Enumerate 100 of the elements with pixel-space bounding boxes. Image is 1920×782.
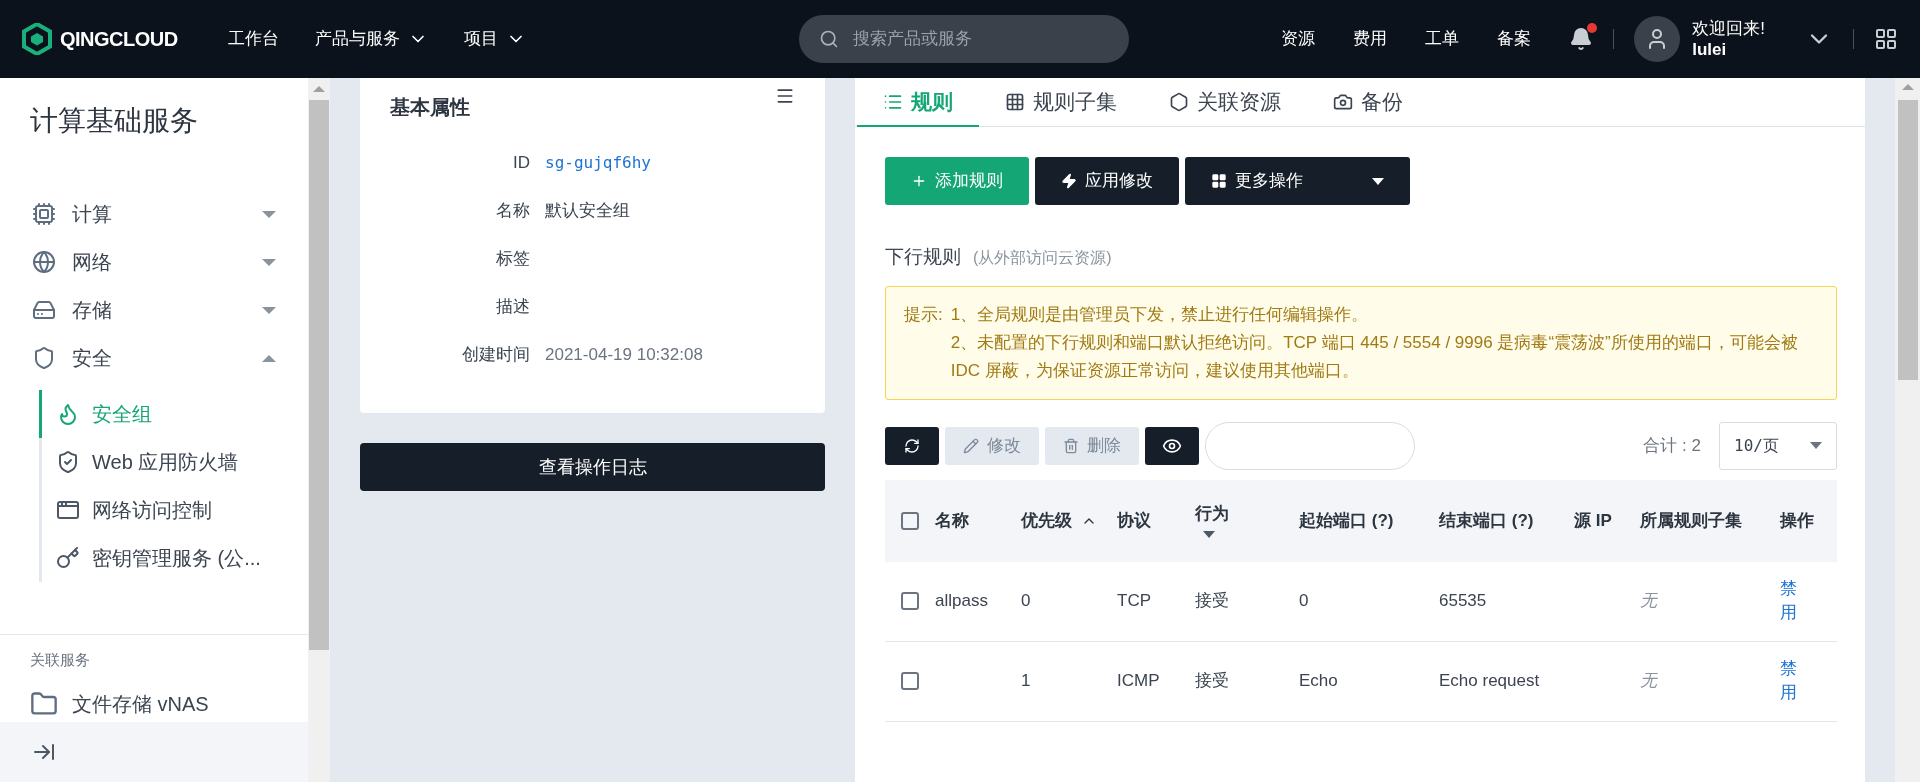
table-cell: TCP <box>1117 591 1151 611</box>
caret-down-icon <box>262 258 276 266</box>
log-button[interactable]: 查看操作日志 <box>360 443 825 491</box>
section-label: 关联服务 <box>29 650 91 670</box>
property-value[interactable]: sg-gujqf6hy <box>545 150 651 175</box>
checkbox[interactable] <box>901 672 919 690</box>
table-cell: allpass <box>935 591 988 611</box>
tab[interactable]: 备份 <box>1307 78 1429 127</box>
grid-icon <box>1005 91 1025 112</box>
disable-link[interactable]: 禁用 <box>1780 577 1800 625</box>
caret-down-icon <box>1372 177 1384 185</box>
card-title: 基本属性 <box>390 95 470 120</box>
filter-caret-icon[interactable] <box>1203 531 1215 538</box>
checkbox[interactable] <box>901 511 919 530</box>
chip-icon <box>32 202 56 226</box>
column-header[interactable]: 协议 <box>1117 509 1151 532</box>
sidebar-subitem[interactable]: Web 应用防火墙 <box>39 438 305 486</box>
sidebar-subitem[interactable]: 密钥管理服务 (公... <box>39 534 305 582</box>
table-cell: Echo <box>1299 671 1338 691</box>
property-label: 描述 <box>495 295 531 318</box>
column-header[interactable]: 操作 <box>1780 509 1814 532</box>
sidebar-item[interactable]: 安全 <box>0 334 308 382</box>
search-field[interactable]: 搜索产品或服务 <box>798 15 1129 63</box>
section-title: 下行规则 <box>885 245 961 269</box>
table-cell: 无 <box>1640 671 1657 691</box>
table-cell: 0 <box>1021 591 1031 611</box>
pencil-icon <box>963 437 979 454</box>
user-name: lulei <box>1692 39 1728 61</box>
property-label: 标签 <box>495 247 531 270</box>
nav-menu[interactable]: 产品与服务 <box>315 26 428 52</box>
table-cell: ICMP <box>1117 671 1160 691</box>
table-cell: 无 <box>1640 591 1657 611</box>
caret-down-icon <box>1810 442 1822 449</box>
scrollbar[interactable] <box>1895 78 1920 782</box>
column-header[interactable]: 起始端口 (?) <box>1299 509 1394 532</box>
logo-text: QINGCLOUD <box>60 27 178 52</box>
table-cell: 65535 <box>1439 591 1487 611</box>
property-label: ID <box>512 151 531 174</box>
column-header[interactable]: 优先级 <box>1021 509 1072 532</box>
sidebar-item[interactable]: 网络 <box>0 238 308 286</box>
section-subtitle: (从外部访问云资源) <box>973 248 1112 268</box>
sidebar-item[interactable]: 计算 <box>0 190 308 238</box>
plus-icon <box>911 173 927 189</box>
column-header[interactable]: 名称 <box>935 509 969 532</box>
header-link[interactable]: 资源 <box>1281 26 1316 52</box>
total-count: 合计 : 2 <box>1643 434 1701 457</box>
nav-menu[interactable]: 工作台 <box>228 26 279 52</box>
trash-icon <box>1063 437 1079 454</box>
refresh-button[interactable] <box>885 426 939 465</box>
server-icon <box>32 298 56 322</box>
column-header[interactable]: 源 IP <box>1574 509 1612 532</box>
refresh-icon <box>904 437 920 454</box>
more-actions-dropdown[interactable]: 更多操作 <box>1185 157 1410 205</box>
caret-up-icon <box>262 354 276 362</box>
sidebar-item[interactable]: 存储 <box>0 286 308 334</box>
property-label: 名称 <box>495 199 531 222</box>
table-cell: 接受 <box>1195 591 1229 611</box>
key-icon <box>56 546 80 570</box>
column-header[interactable]: 结束端口 (?) <box>1439 509 1534 532</box>
logo-icon <box>22 23 52 55</box>
welcome-text: 欢迎回来! <box>1692 17 1765 39</box>
notice-label: 提示: <box>904 303 943 326</box>
sidebar-title: 计算基础服务 <box>29 104 199 138</box>
sidebar-subitem[interactable]: 网络访问控制 <box>39 486 305 534</box>
column-header[interactable]: 所属规则子集 <box>1640 509 1742 532</box>
table-cell: Echo request <box>1439 671 1540 691</box>
property-value: 默认安全组 <box>545 199 630 222</box>
notice-text: 1、全局规则是由管理员下发，禁止进行任何编辑操作。 <box>950 303 1370 326</box>
search-field[interactable] <box>1205 421 1415 470</box>
apps-icon[interactable] <box>1874 27 1898 51</box>
shield-icon <box>56 450 80 474</box>
tab[interactable]: 规则子集 <box>979 78 1143 127</box>
view-button[interactable] <box>1145 426 1199 465</box>
header-link[interactable]: 备案 <box>1497 26 1532 52</box>
hexagon-icon <box>1169 91 1189 112</box>
table-cell: 0 <box>1299 591 1309 611</box>
scrollbar[interactable] <box>308 78 330 782</box>
header-link[interactable]: 工单 <box>1425 26 1460 52</box>
page-size-select[interactable]: 10/页 <box>1719 421 1837 470</box>
grid-icon <box>1211 173 1227 189</box>
globe-icon <box>32 250 56 274</box>
shield-icon <box>32 346 56 370</box>
tab[interactable]: 关联资源 <box>1143 78 1307 127</box>
lightning-icon <box>1061 173 1077 189</box>
header-link[interactable]: 费用 <box>1353 26 1388 52</box>
window-icon <box>56 498 80 522</box>
caret-down-icon <box>262 306 276 314</box>
disable-link[interactable]: 禁用 <box>1780 657 1800 705</box>
menu-icon[interactable] <box>775 86 795 106</box>
checkbox[interactable] <box>901 592 919 610</box>
property-value: 2021-04-19 10:32:08 <box>545 343 703 366</box>
nav-menu[interactable]: 项目 <box>464 26 526 52</box>
table-cell: 1 <box>1021 671 1031 691</box>
folder-icon <box>30 689 58 718</box>
table-cell: 接受 <box>1195 671 1229 691</box>
apply-button[interactable]: 应用修改 <box>1035 157 1179 205</box>
column-header[interactable]: 行为 <box>1195 503 1229 525</box>
sidebar-item[interactable]: 文件存储 vNAS <box>0 683 308 722</box>
avatar[interactable] <box>1634 16 1681 62</box>
search-icon <box>818 29 839 49</box>
